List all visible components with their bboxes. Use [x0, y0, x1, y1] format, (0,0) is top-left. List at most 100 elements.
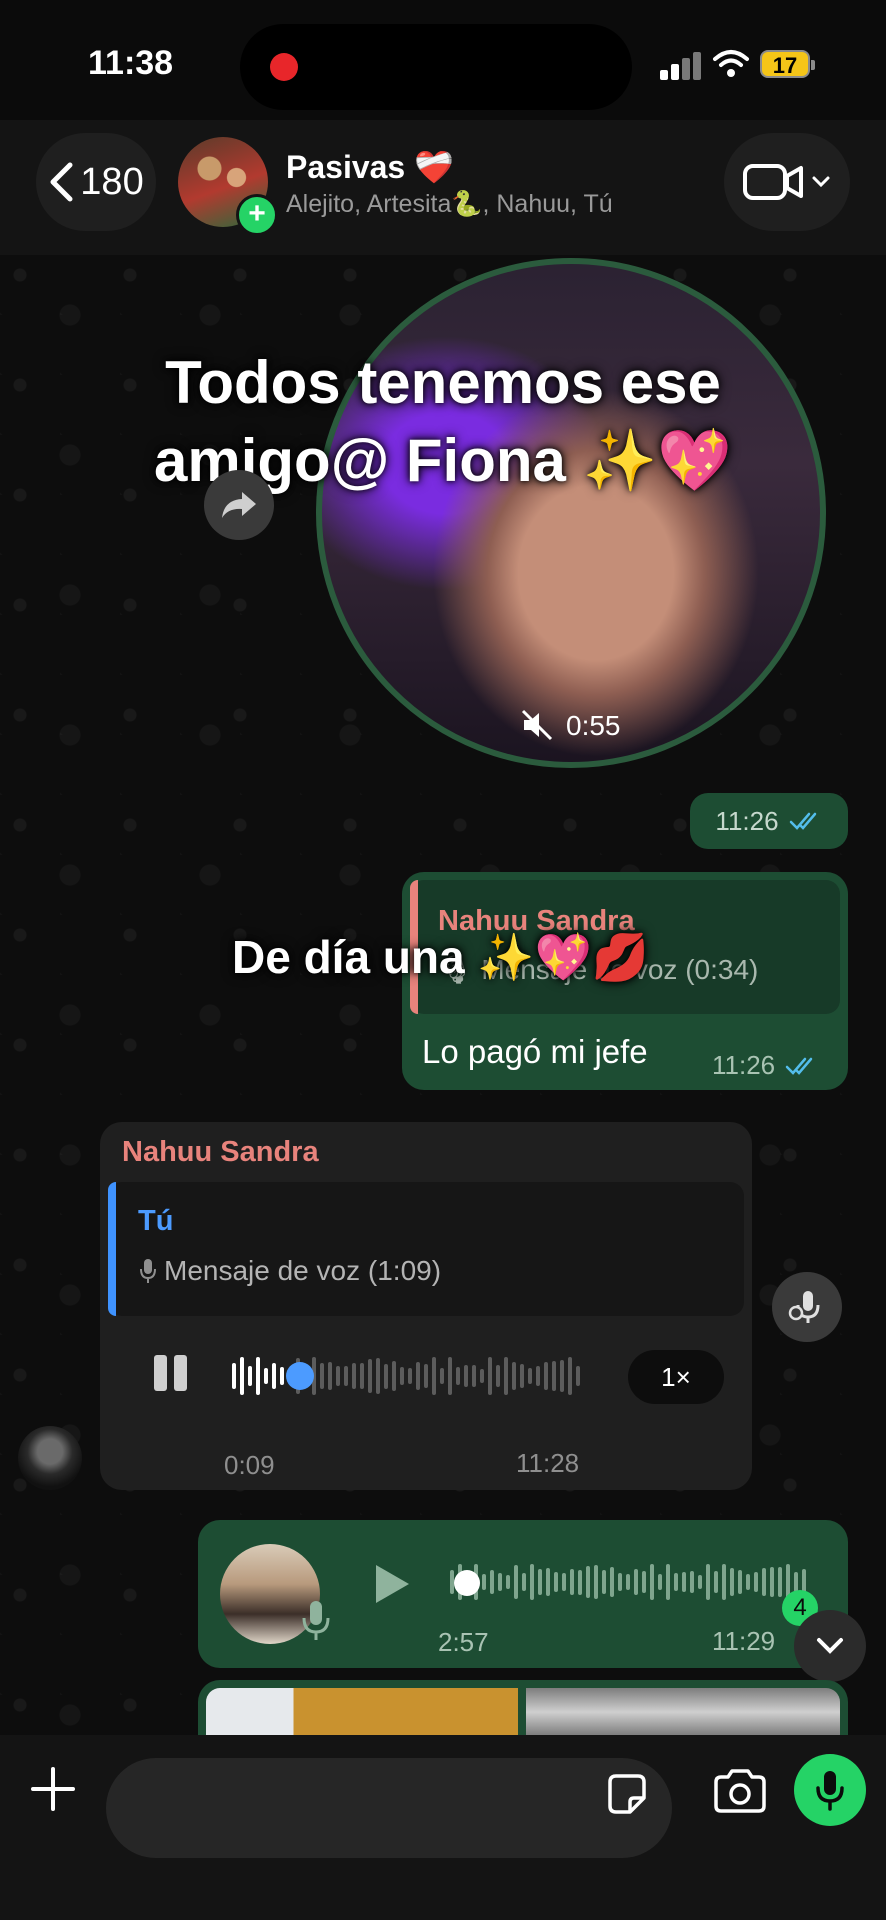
voice-waveform[interactable] [450, 1552, 810, 1612]
forward-icon [222, 492, 256, 518]
voice-waveform[interactable] [232, 1340, 582, 1412]
waveform-bar [490, 1569, 494, 1595]
mic-icon [816, 1771, 844, 1811]
waveform-bar [256, 1357, 260, 1395]
waveform-bar [368, 1358, 372, 1394]
message-time-text: 11:26 [712, 1050, 776, 1080]
recording-indicator [270, 53, 298, 81]
waveform-bar [472, 1365, 476, 1387]
quoted-text: Mensaje de voz (1:09) [138, 1255, 441, 1287]
video-time: 11:26 [715, 805, 779, 836]
waveform-bar [570, 1569, 574, 1595]
scroll-to-bottom-button[interactable] [794, 1610, 866, 1682]
waveform-bar [520, 1363, 524, 1389]
pause-button[interactable] [150, 1355, 190, 1395]
waveform-bar [482, 1574, 486, 1590]
waveform-bar [738, 1570, 742, 1594]
play-icon[interactable] [372, 1562, 412, 1606]
waveform-bar [496, 1364, 500, 1388]
quoted-sender: Tú [138, 1205, 174, 1237]
double-check-icon [785, 1057, 813, 1075]
waveform-bar [384, 1363, 388, 1389]
waveform-bar [528, 1367, 532, 1385]
waveform-bar [714, 1570, 718, 1594]
waveform-bar [576, 1365, 580, 1387]
voice-duration: 2:57 [438, 1627, 489, 1657]
waveform-bar [560, 1360, 564, 1392]
avatar[interactable] [18, 1426, 82, 1490]
waveform-bar [594, 1564, 598, 1600]
mic-icon [302, 1601, 330, 1640]
chevron-down-icon [812, 176, 830, 188]
waveform-bar [512, 1361, 516, 1391]
waveform-bar [642, 1570, 646, 1594]
waveform-bar [376, 1357, 380, 1395]
voice-elapsed: 0:09 [224, 1450, 275, 1480]
waveform-bar [530, 1564, 534, 1600]
waveform-bar [488, 1357, 492, 1395]
waveform-bar [568, 1357, 572, 1395]
video-call-button[interactable] [724, 133, 850, 231]
sticker-icon[interactable] [604, 1772, 650, 1818]
waveform-bar [674, 1573, 678, 1591]
overlay-caption-line2: amigo@ Fiona ✨💖 [154, 427, 732, 494]
sender-name[interactable]: Nahuu Sandra [122, 1136, 319, 1169]
video-note[interactable] [316, 258, 826, 768]
waveform-bar [602, 1569, 606, 1595]
waveform-bar [400, 1366, 404, 1386]
waveform-bar [272, 1363, 276, 1389]
transcribe-icon [788, 1291, 820, 1323]
record-voice-button[interactable] [794, 1754, 866, 1826]
pause-icon-bar [174, 1355, 187, 1391]
waveform-bar [440, 1368, 444, 1384]
waveform-bar [416, 1362, 420, 1390]
dynamic-island [240, 24, 632, 110]
waveform-bar [666, 1564, 670, 1600]
camera-icon[interactable] [712, 1768, 768, 1814]
waveform-bar [448, 1357, 452, 1395]
waveform-bar [432, 1357, 436, 1395]
waveform-bar [408, 1368, 412, 1384]
add-status-badge[interactable]: + [236, 194, 278, 236]
waveform-bar [344, 1366, 348, 1386]
waveform-bar [506, 1574, 510, 1590]
transcribe-button[interactable] [772, 1272, 842, 1342]
pause-icon [154, 1355, 167, 1391]
waveform-bar [658, 1574, 662, 1590]
waveform-bar [562, 1572, 566, 1592]
waveform-bar [480, 1368, 484, 1384]
plus-icon[interactable] [28, 1764, 78, 1814]
group-members[interactable]: Alejito, Artesita🐍, Nahuu, Tú [286, 190, 613, 219]
waveform-bar [618, 1573, 622, 1591]
video-timestamp: 11:26 [690, 793, 848, 849]
group-name[interactable]: Pasivas ❤️‍🩹 [286, 148, 454, 186]
waveform-bar [762, 1568, 766, 1596]
waveform-bar [610, 1567, 614, 1597]
waveform-bar [650, 1564, 654, 1600]
message-time: 11:26 [712, 1050, 819, 1081]
waveform-bar [698, 1574, 702, 1590]
waveform-bar [546, 1568, 550, 1596]
waveform-bar [424, 1364, 428, 1388]
video-camera-icon [743, 164, 803, 200]
waveform-bar [498, 1572, 502, 1592]
waveform-bar [554, 1572, 558, 1592]
waveform-bar [232, 1363, 236, 1389]
waveform-bar [504, 1357, 508, 1395]
forward-button[interactable] [204, 470, 274, 540]
waveform-bar [578, 1569, 582, 1595]
chevron-left-icon [50, 162, 73, 202]
quoted-voice-message[interactable] [108, 1182, 744, 1316]
video-duration: 0:55 [566, 710, 621, 741]
waveform-bar [794, 1571, 798, 1593]
waveform-bar [522, 1573, 526, 1591]
message-input[interactable] [106, 1758, 672, 1858]
waveform-bar [690, 1571, 694, 1593]
waveform-bar [552, 1360, 556, 1392]
playback-scrubber[interactable] [286, 1362, 314, 1390]
playback-speed-button[interactable]: 1× [628, 1350, 724, 1404]
back-button[interactable]: 180 [36, 133, 156, 231]
waveform-bar [320, 1362, 324, 1390]
playback-scrubber[interactable] [454, 1570, 480, 1596]
status-time: 11:38 [88, 44, 174, 82]
